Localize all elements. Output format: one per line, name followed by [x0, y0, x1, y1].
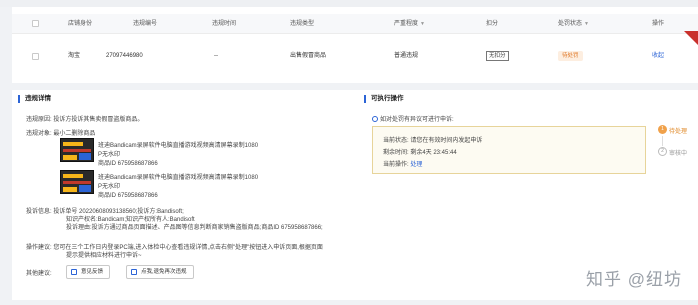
panel-title: 可执行操作 — [364, 95, 404, 103]
product-id: 商品ID 675958687866 — [98, 161, 158, 167]
header-id: 违规编号 — [133, 21, 158, 27]
info-icon — [372, 116, 378, 123]
collapse-link[interactable]: 收起 — [652, 37, 664, 75]
top-strip — [0, 0, 698, 7]
cell-type: 出售假冒商品 — [290, 53, 327, 59]
cell-status: 待处罚 — [558, 37, 583, 75]
cell-shop: 淘宝 — [68, 53, 81, 59]
watermark: 知乎 @纽坊 — [586, 270, 682, 289]
product-thumbnail[interactable] — [60, 170, 94, 194]
violation-object: 违规对象: 最小二删除商品 — [26, 131, 96, 137]
feedback-icon — [71, 269, 77, 275]
product-id: 商品ID 675958687866 — [98, 193, 158, 199]
detail-section: 违规详情 违规原因: 投诉方投诉其售卖假冒盗版商品。 违规对象: 最小二删除商品… — [12, 90, 698, 300]
appeal-question: 如对处罚有异议可进行申诉: — [372, 114, 454, 123]
current-operation: 当前操作: 处理 — [383, 162, 423, 168]
step-connector — [662, 136, 663, 146]
cell-severity: 普通违规 — [394, 53, 419, 59]
appeal-status-box: 当前状态: 请您在有效时间内发起申诉 剩余时间: 剩余4天 23:45:44 当… — [372, 126, 646, 174]
header-action: 操作 — [652, 21, 665, 27]
operation-suggestion-cont: 提示提供相应材料进行申诉~ — [66, 253, 142, 259]
product-thumbnail[interactable] — [60, 138, 94, 162]
other-suggestion-label: 其他建议: — [26, 271, 52, 277]
avoid-violation-button[interactable]: 点我,退免再次违规 — [126, 265, 194, 279]
process-link[interactable]: 处理 — [410, 162, 422, 168]
violation-table: 店铺身份 违规编号 违规时间 违规类型 严重程度 ▼ 扣分 处罚状态 ▼ 操作 淘宝… — [12, 7, 698, 83]
filter-icon[interactable]: ▼ — [584, 21, 589, 27]
current-status: 当前状态: 请您在有效时间内发起申诉 — [383, 138, 483, 144]
step-2-icon: 2 — [658, 147, 667, 156]
points-badge: 无扣分 — [486, 51, 509, 61]
step-pending: 待处理 — [669, 129, 688, 135]
cell-id: 27097446980 — [106, 53, 143, 59]
table-header: 店铺身份 违规编号 违规时间 违规类型 严重程度 ▼ 扣分 处罚状态 ▼ 操作 — [12, 14, 698, 34]
header-time: 违规时间 — [212, 21, 237, 27]
corner-ribbon — [684, 31, 698, 45]
header-status[interactable]: 处罚状态 ▼ — [558, 14, 589, 34]
step-reviewing: 审核中 — [669, 151, 688, 157]
step-1-icon: 1 — [658, 125, 667, 134]
header-shop: 店铺身份 — [68, 21, 93, 27]
product-link-cont[interactable]: P无水印 — [98, 149, 120, 158]
select-all-checkbox[interactable] — [32, 20, 39, 27]
panel-title: 违规详情 — [18, 95, 51, 103]
feedback-button[interactable]: 意见反馈 — [66, 265, 111, 279]
filter-icon[interactable]: ▼ — [420, 21, 425, 27]
table-row: 淘宝 27097446980 -- 出售假冒商品 普通违规 无扣分 待处罚 收起 — [12, 37, 698, 75]
status-badge: 待处罚 — [558, 51, 583, 61]
row-checkbox[interactable] — [32, 53, 39, 60]
product-link[interactable]: 班迪Bandicam录屏软件电脑直播游戏视频高清屏幕录制1080 — [98, 172, 258, 181]
header-points: 扣分 — [486, 21, 499, 27]
product-link-cont[interactable]: P无水印 — [98, 181, 120, 190]
cell-time: -- — [214, 53, 218, 59]
product-link[interactable]: 班迪Bandicam录屏软件电脑直播游戏视频高清屏幕录制1080 — [98, 140, 258, 149]
remaining-time: 剩余时间: 剩余4天 23:45:44 — [383, 150, 457, 156]
violation-reason: 违规原因: 投诉方投诉其售卖假冒盗版商品。 — [26, 117, 144, 123]
complaint-info-reason: 投诉理由:投诉方通过商品页面描述、产品图等信息判断商家销售盗版商品;商品ID 6… — [66, 225, 323, 231]
violation-detail-panel: 违规详情 违规原因: 投诉方投诉其售卖假冒盗版商品。 违规对象: 最小二删除商品… — [18, 90, 358, 300]
header-type: 违规类型 — [290, 21, 315, 27]
document-icon — [131, 269, 137, 275]
cell-points: 无扣分 — [486, 37, 509, 75]
header-severity[interactable]: 严重程度 ▼ — [394, 14, 425, 34]
